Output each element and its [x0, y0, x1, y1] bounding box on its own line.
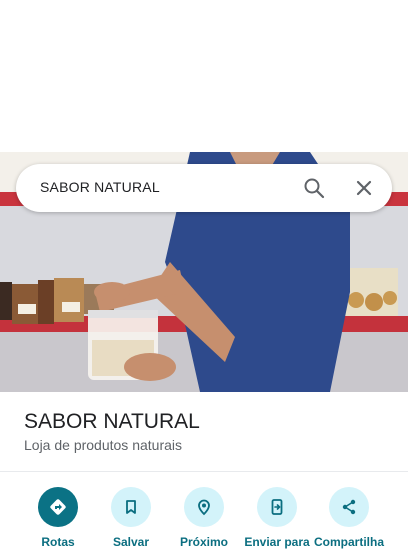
place-category: Loja de produtos naturais — [24, 437, 182, 453]
nearby-icon — [184, 487, 224, 527]
directions-button[interactable]: Rotas — [20, 487, 96, 549]
save-button[interactable]: Salvar — [93, 487, 169, 549]
save-label: Salvar — [112, 535, 150, 549]
share-button[interactable]: Compartilha — [311, 487, 387, 549]
bookmark-icon — [111, 487, 151, 527]
send-to-phone-button[interactable]: Enviar para — [239, 487, 315, 549]
search-bar[interactable]: SABOR NATURAL — [16, 164, 392, 212]
send-to-phone-icon — [257, 487, 297, 527]
share-label: Compartilha — [313, 535, 384, 549]
directions-label: Rotas — [41, 535, 75, 549]
directions-icon — [38, 487, 78, 527]
search-icon[interactable] — [302, 176, 326, 200]
nearby-button[interactable]: Próximo — [166, 487, 242, 549]
divider — [0, 471, 408, 472]
nearby-label: Próximo — [179, 535, 228, 549]
send-to-phone-label: Enviar para — [244, 535, 310, 549]
place-title: SABOR NATURAL — [24, 410, 200, 433]
search-input[interactable]: SABOR NATURAL — [40, 179, 160, 195]
share-icon — [329, 487, 369, 527]
close-icon[interactable] — [352, 176, 376, 200]
